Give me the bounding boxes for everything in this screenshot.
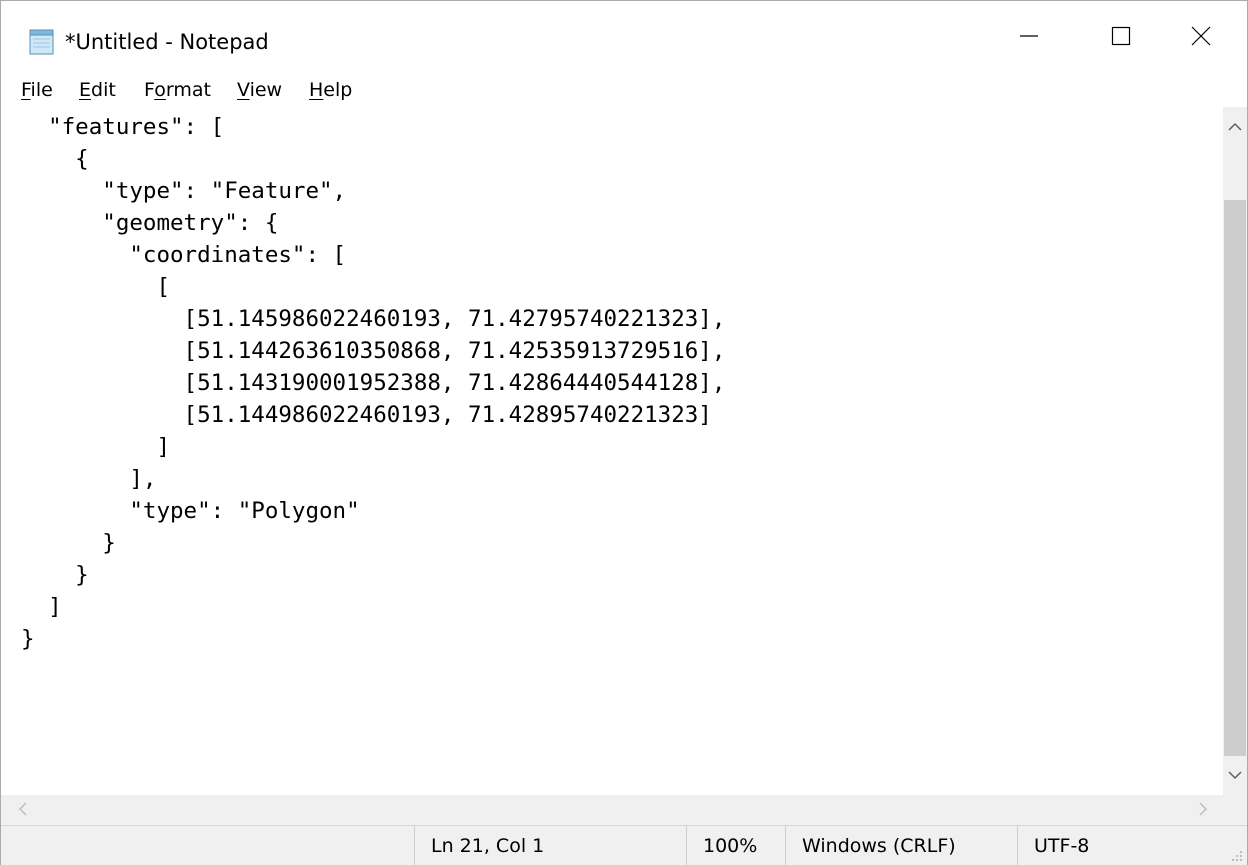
minimize-button[interactable] — [983, 1, 1075, 75]
text-line: ] — [21, 434, 171, 460]
text-line: "geometry": { — [21, 210, 279, 236]
scroll-right-button[interactable] — [1189, 795, 1217, 825]
text-line: } — [21, 626, 35, 652]
vertical-scrollbar[interactable] — [1223, 107, 1247, 795]
scroll-down-button[interactable] — [1223, 761, 1247, 787]
chevron-up-icon — [1228, 117, 1242, 136]
title-bar[interactable]: *Untitled - Notepad — [1, 1, 1247, 75]
close-icon — [1191, 26, 1211, 50]
text-line: ], — [21, 466, 157, 492]
status-bar: Ln 21, Col 1 100% Windows (CRLF) UTF-8 — [1, 825, 1247, 865]
close-button[interactable] — [1155, 1, 1247, 75]
cursor-position: Ln 21, Col 1 — [414, 826, 686, 865]
chevron-down-icon — [1228, 765, 1242, 784]
text-line: } — [21, 530, 116, 556]
window-title: *Untitled - Notepad — [65, 30, 269, 54]
zoom-level: 100% — [686, 826, 785, 865]
text-line: "features": [ — [21, 114, 225, 140]
text-editor[interactable]: "features": [ { "type": "Feature", "geom… — [1, 107, 1223, 795]
menu-edit[interactable]: Edit — [79, 78, 116, 102]
text-line: [51.144263610350868, 71.42535913729516], — [21, 338, 726, 364]
scroll-left-button[interactable] — [9, 795, 37, 825]
scrollbar-corner — [1223, 795, 1247, 825]
notepad-icon[interactable] — [27, 27, 57, 57]
text-line: ] — [21, 594, 62, 620]
scroll-up-button[interactable] — [1223, 113, 1247, 139]
menu-bar: File Edit Format View Help — [1, 75, 1247, 107]
text-line: "coordinates": [ — [21, 242, 347, 268]
text-line: [51.143190001952388, 71.42864440544128], — [21, 370, 726, 396]
text-line: [51.145986022460193, 71.42795740221323], — [21, 306, 726, 332]
text-line: [ — [21, 274, 171, 300]
menu-file[interactable]: File — [21, 78, 53, 102]
text-line: "type": "Feature", — [21, 178, 347, 204]
menu-format[interactable]: Format — [144, 78, 211, 102]
chevron-right-icon — [1198, 801, 1208, 820]
menu-help[interactable]: Help — [309, 78, 352, 102]
line-ending: Windows (CRLF) — [785, 826, 1017, 865]
resize-grip-icon[interactable] — [1229, 847, 1243, 861]
text-line: } — [21, 562, 89, 588]
text-line: "type": "Polygon" — [21, 498, 360, 524]
horizontal-scrollbar[interactable] — [1, 795, 1223, 825]
notepad-window: *Untitled - Notepad File Edit Format Vie… — [0, 0, 1248, 865]
maximize-button[interactable] — [1075, 1, 1167, 75]
text-line: [51.144986022460193, 71.42895740221323] — [21, 402, 712, 428]
minimize-icon — [1019, 26, 1039, 50]
chevron-left-icon — [18, 801, 28, 820]
encoding: UTF-8 — [1017, 826, 1227, 865]
text-line: { — [21, 146, 89, 172]
menu-view[interactable]: View — [237, 78, 282, 102]
vertical-scroll-thumb[interactable] — [1224, 200, 1246, 756]
maximize-icon — [1111, 26, 1131, 50]
